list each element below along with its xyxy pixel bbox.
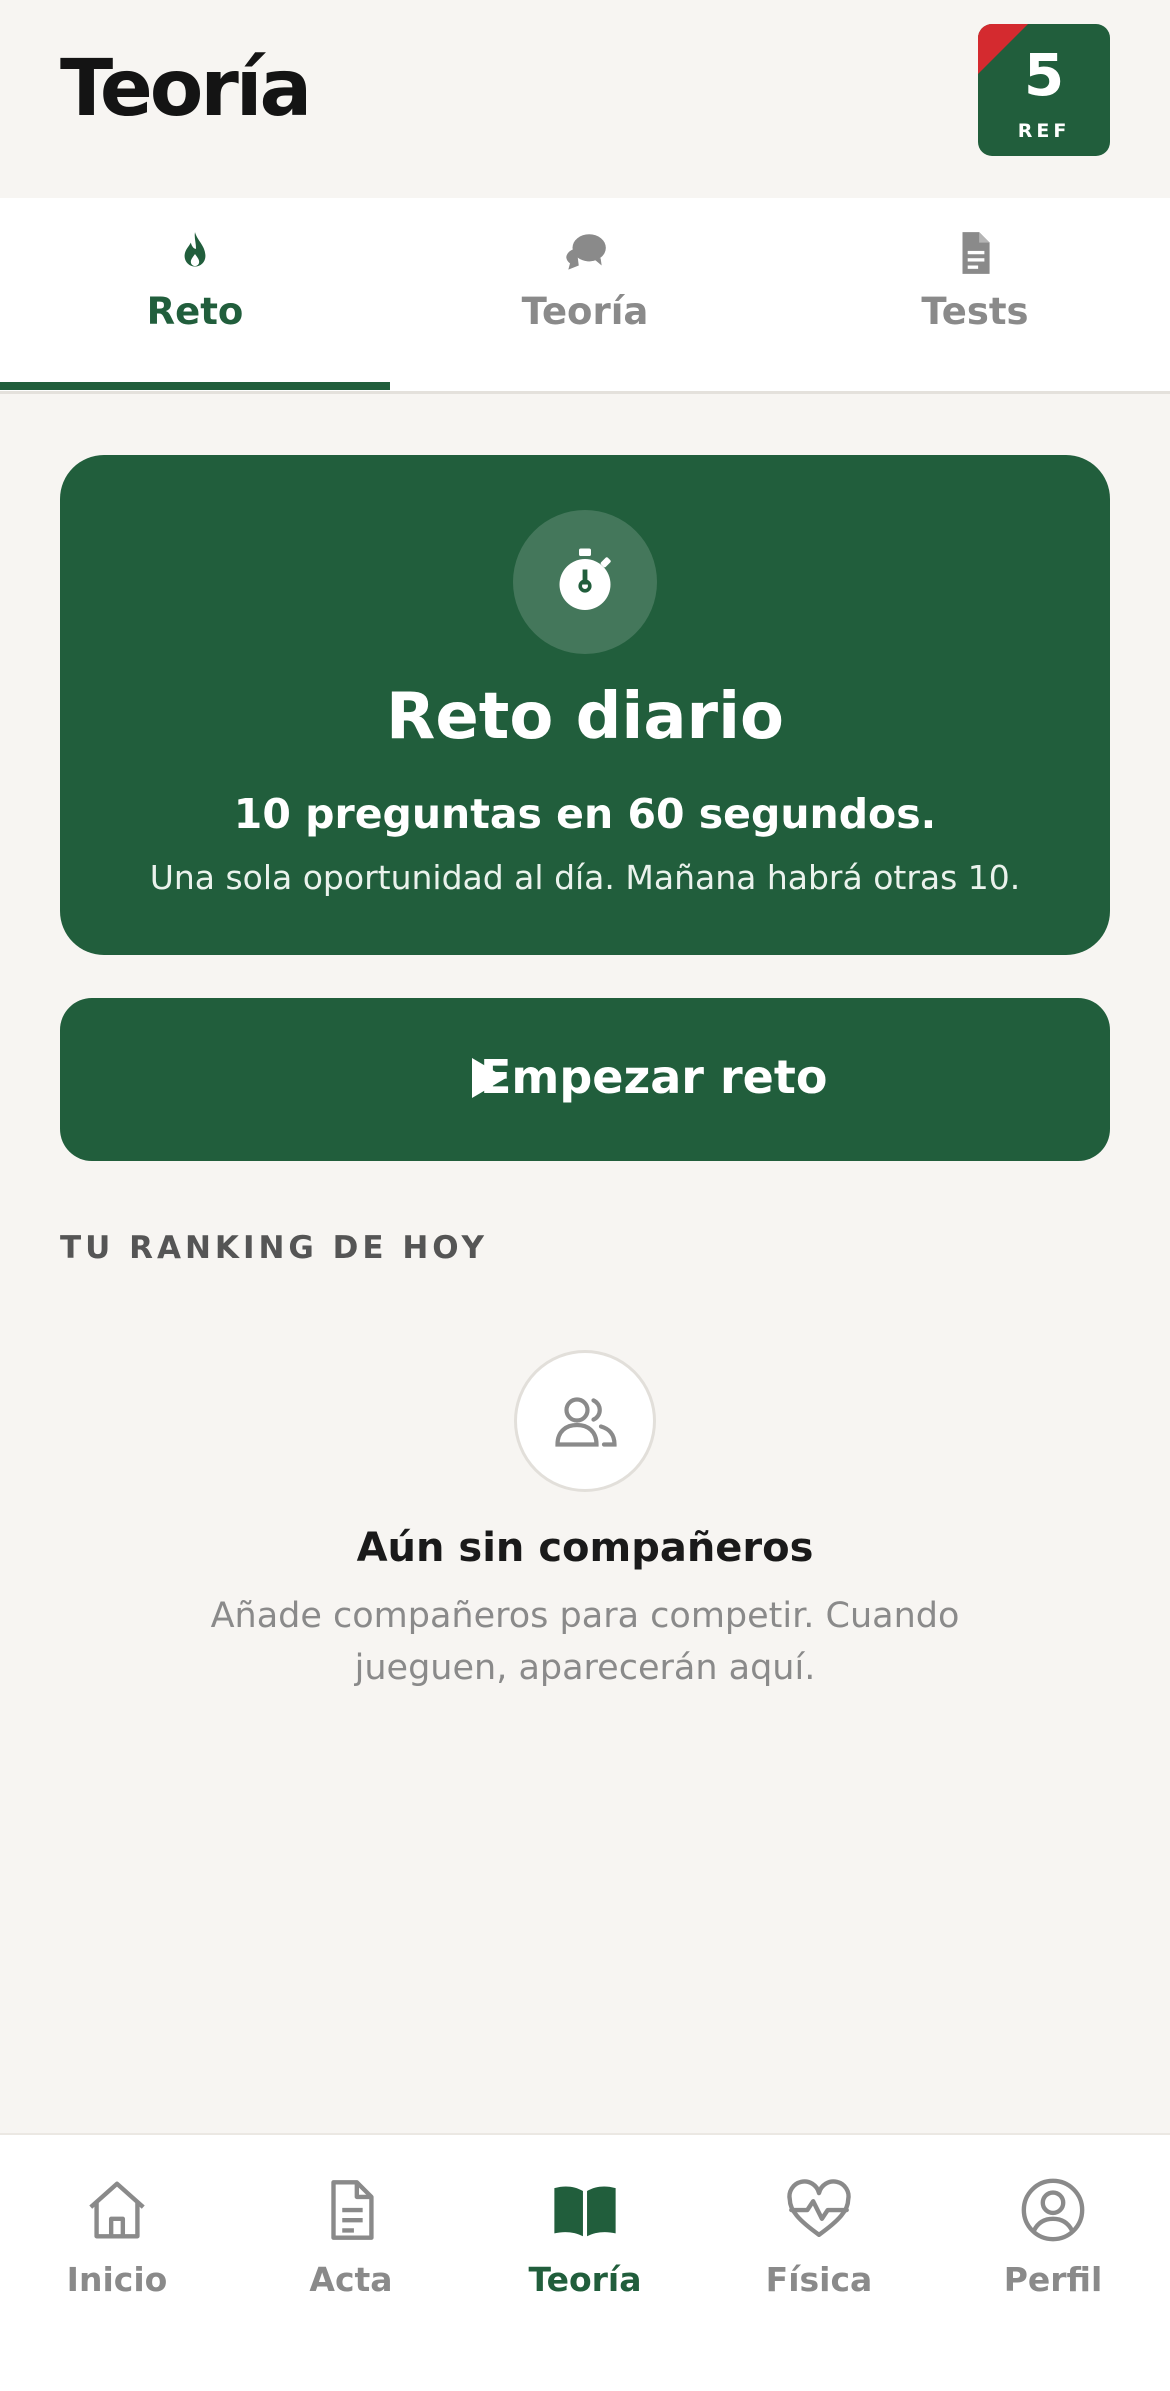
nav-label-perfil: Perfil <box>1003 2260 1103 2299</box>
stopwatch-icon <box>559 548 611 610</box>
tab-teoria[interactable]: Teoría <box>390 198 780 391</box>
file-icon <box>331 2180 374 2240</box>
heart-pulse-icon <box>787 2179 851 2237</box>
tab-label-teoria: Teoría <box>521 290 649 333</box>
empty-state-icon-circle <box>514 1350 656 1492</box>
book-icon <box>554 2186 616 2237</box>
empty-state-title: Aún sin compañeros <box>356 1525 814 1571</box>
ref-badge-number: 5 <box>1023 41 1065 109</box>
nav-item-perfil[interactable]: Perfil <box>936 2135 1170 2391</box>
flame-icon <box>184 232 206 267</box>
chat-bubbles-icon <box>566 234 606 270</box>
app-header: Teoría 5 REF <box>0 0 1170 198</box>
nav-label-inicio: Inicio <box>66 2260 168 2299</box>
bottom-navigation: Inicio Acta Teoría Física Perfil <box>0 2133 1170 2391</box>
ref-badge-label: REF <box>1017 120 1071 142</box>
users-icon <box>555 1397 617 1447</box>
challenge-subtitle: 10 preguntas en 60 segundos. <box>233 790 937 838</box>
nav-item-teoria[interactable]: Teoría <box>468 2135 702 2391</box>
nav-item-acta[interactable]: Acta <box>234 2135 468 2391</box>
home-icon <box>89 2181 145 2239</box>
nav-item-fisica[interactable]: Física <box>702 2135 936 2391</box>
nav-label-acta: Acta <box>309 2260 393 2299</box>
document-icon <box>962 232 990 274</box>
nav-item-inicio[interactable]: Inicio <box>0 2135 234 2391</box>
page-title: Teoría <box>60 44 312 134</box>
ref-badge[interactable]: 5 REF <box>978 24 1110 156</box>
ranking-section-title: TU RANKING DE HOY <box>60 1230 488 1266</box>
tab-tests[interactable]: Tests <box>780 198 1170 391</box>
user-circle-icon <box>1021 2178 1085 2242</box>
empty-state-description: Añade compañeros para competir. Cuando j… <box>210 1596 960 1688</box>
stopwatch-badge <box>513 510 657 654</box>
tab-active-indicator <box>0 382 390 390</box>
tab-reto[interactable]: Reto <box>0 198 390 391</box>
challenge-title: Reto diario <box>386 680 784 754</box>
tab-label-reto: Reto <box>146 290 244 333</box>
daily-challenge-card: Reto diario 10 preguntas en 60 segundos.… <box>60 455 1110 955</box>
nav-label-teoria: Teoría <box>528 2260 642 2299</box>
tab-bar: Reto Teoría Tests <box>0 198 1170 394</box>
start-challenge-button[interactable]: Empezar reto <box>60 998 1110 1161</box>
start-challenge-label: Empezar reto <box>480 1050 828 1104</box>
tab-label-tests: Tests <box>921 290 1029 333</box>
nav-label-fisica: Física <box>765 2260 873 2299</box>
challenge-description: Una sola oportunidad al día. Mañana habr… <box>149 858 1021 897</box>
